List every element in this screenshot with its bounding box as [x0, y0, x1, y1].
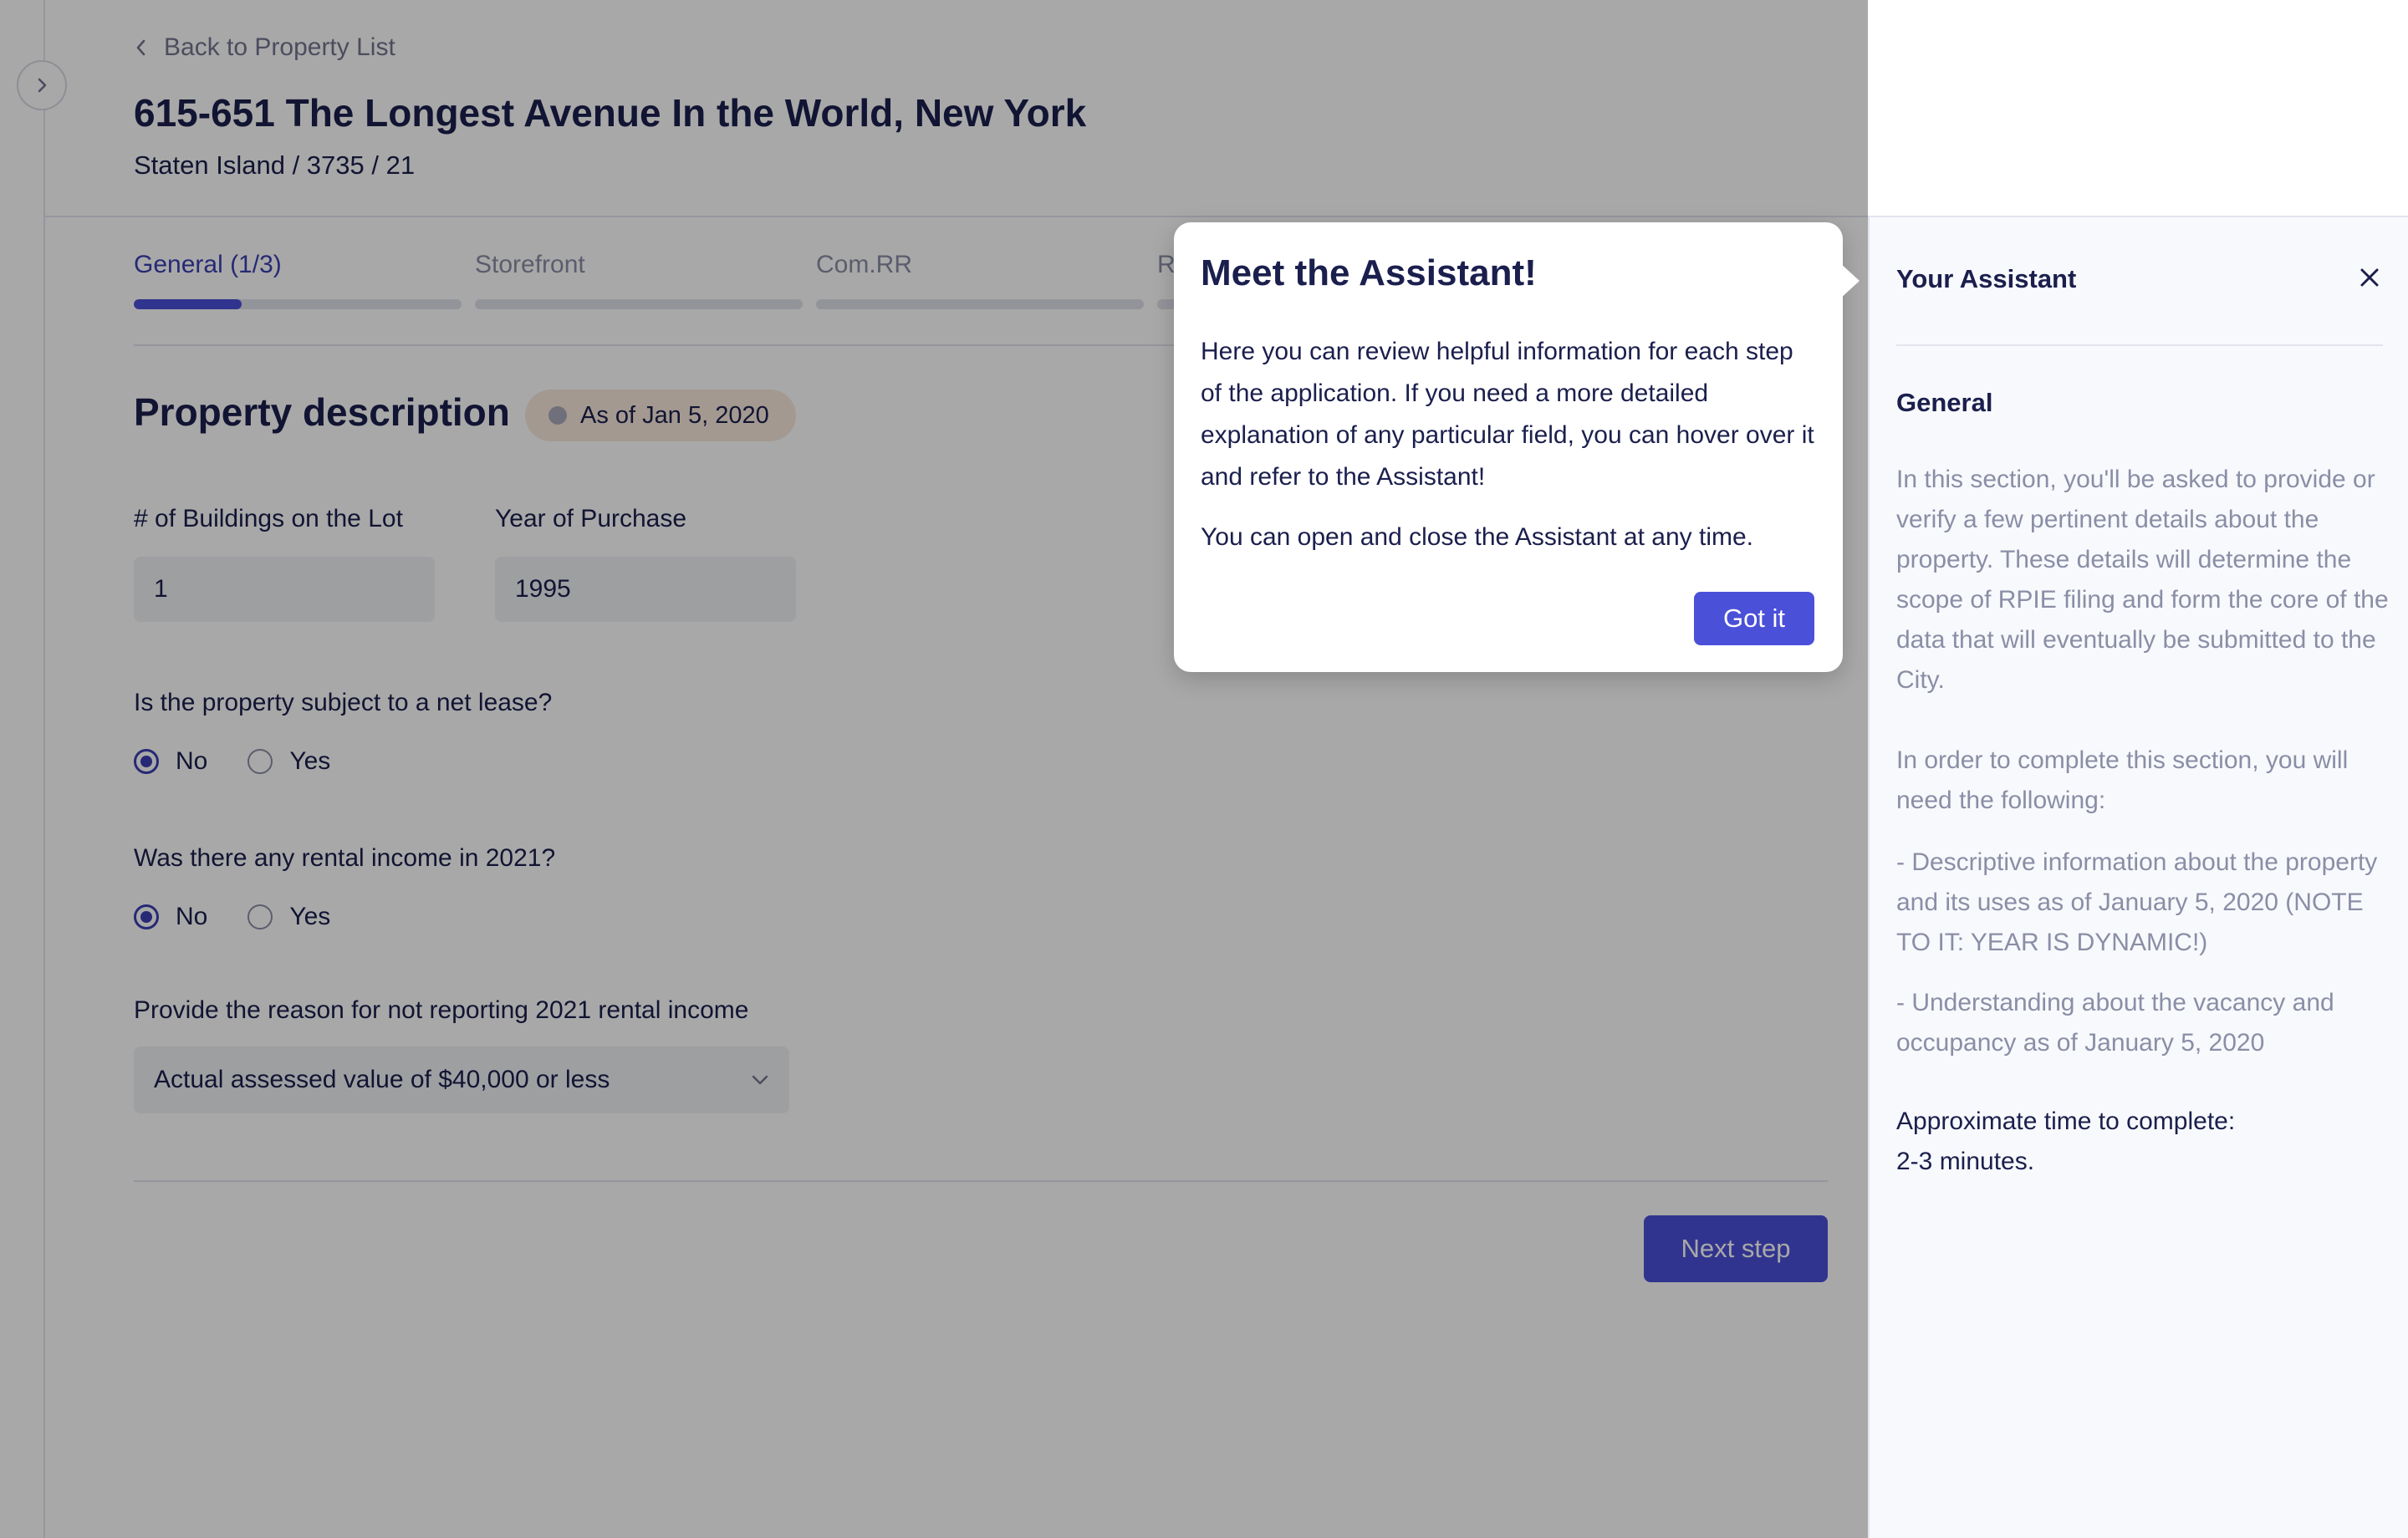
assistant-bullet: - Descriptive information about the prop…	[1896, 848, 2378, 956]
assistant-bullet: - Understanding about the vacancy and oc…	[1896, 989, 2334, 1057]
time-label: Approximate time to complete:	[1896, 1108, 2236, 1135]
app-root: Back to Property List 615-651 The Longes…	[0, 0, 2408, 1538]
close-icon[interactable]	[2354, 262, 2385, 293]
assistant-intro-popover: Meet the Assistant! Here you can review …	[1174, 222, 1860, 672]
assistant-panel-title: Your Assistant	[1896, 264, 2077, 293]
assistant-paragraph: In this section, you'll be asked to prov…	[1896, 466, 2389, 694]
popover-body-secondary: You can open and close the Assistant at …	[1201, 523, 1753, 551]
assistant-paragraph: In order to complete this section, you w…	[1896, 746, 2349, 814]
assistant-time-estimate: Approximate time to complete: 2-3 minute…	[1896, 1102, 2390, 1182]
got-it-button[interactable]: Got it	[1694, 592, 1814, 645]
popover-body: Here you can review helpful information …	[1201, 338, 1814, 491]
popover-title: Meet the Assistant!	[1201, 252, 1537, 293]
assistant-section-title: General	[1896, 388, 1993, 417]
panel-divider	[1896, 344, 2383, 346]
assistant-panel: Your Assistant General In this section, …	[1868, 217, 2408, 1538]
time-value: 2-3 minutes.	[1896, 1148, 2035, 1175]
popover-arrow	[1839, 262, 1860, 299]
